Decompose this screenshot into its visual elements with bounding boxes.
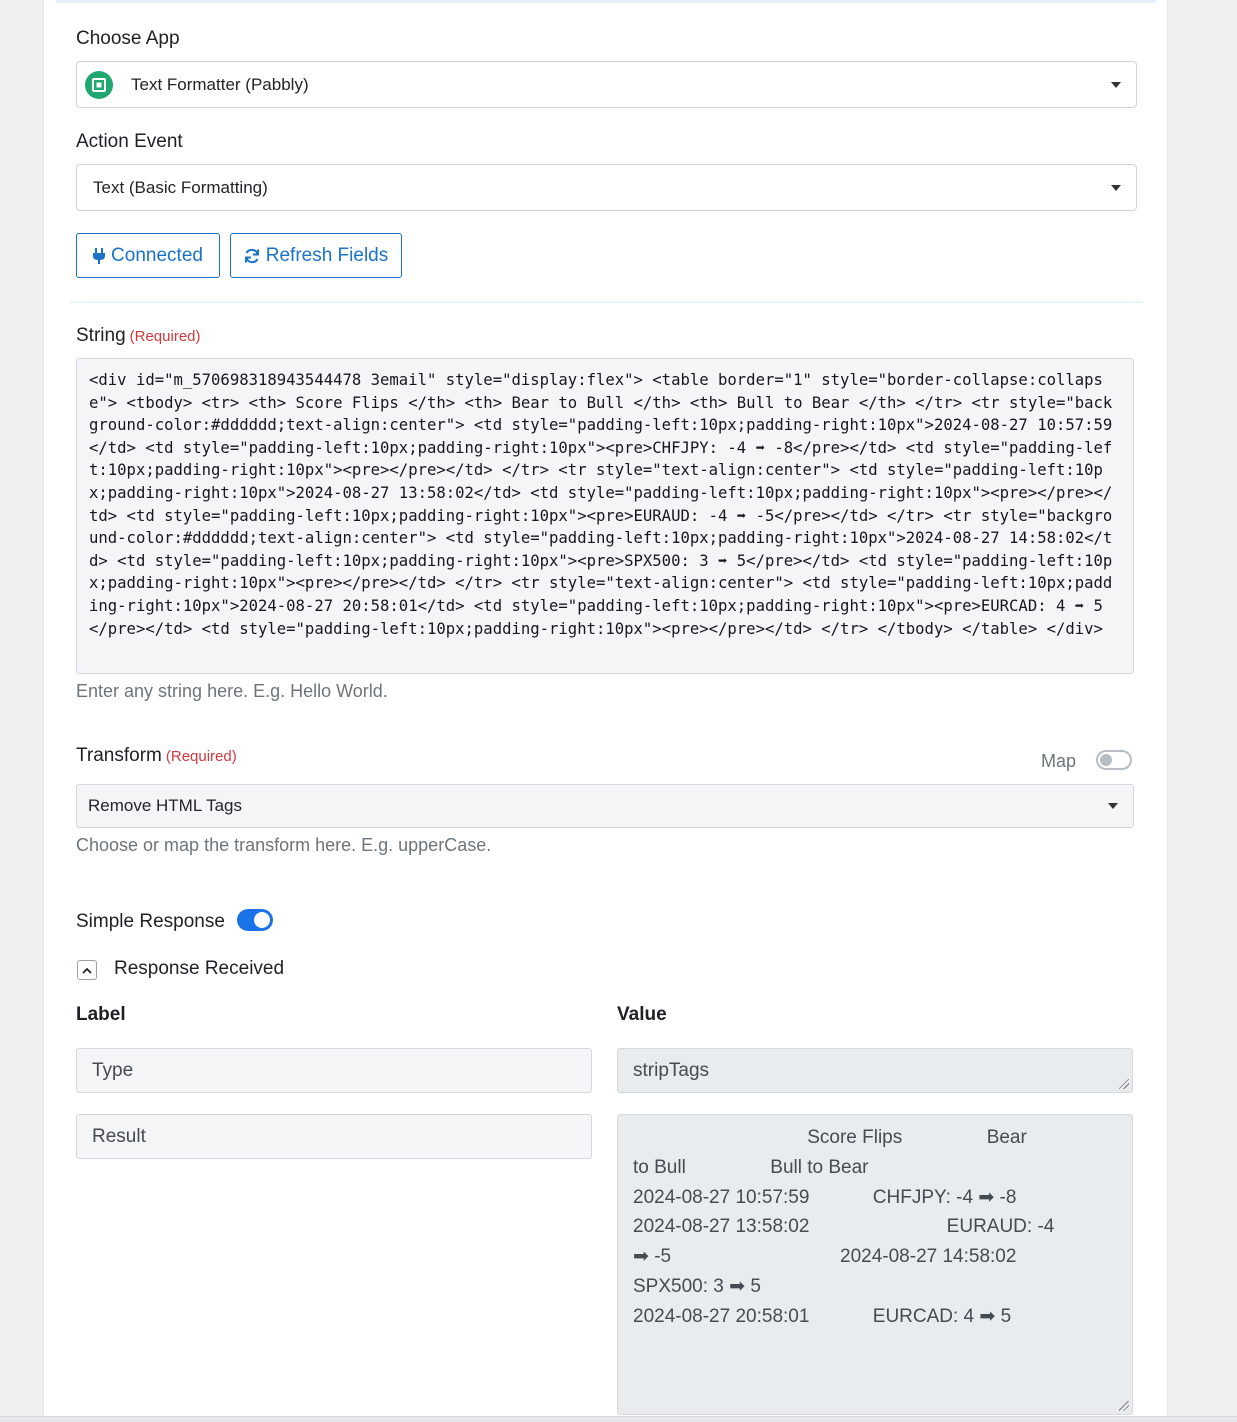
choose-app-value: Text Formatter (Pabbly) — [131, 74, 309, 94]
map-toggle[interactable] — [1096, 750, 1132, 770]
simple-response-toggle[interactable] — [237, 909, 273, 931]
transform-value: Remove HTML Tags — [88, 796, 242, 815]
choose-app-select[interactable]: Text Formatter (Pabbly) — [76, 61, 1137, 108]
plug-icon — [93, 247, 106, 264]
transform-label: Transform (Required) — [76, 745, 237, 767]
response-value-type: stripTags — [617, 1048, 1133, 1093]
response-label-type: Type — [76, 1048, 592, 1093]
resize-handle-icon[interactable] — [1119, 1401, 1129, 1411]
response-received-label: Response Received — [114, 958, 285, 979]
response-value-result: Score Flips Bear to Bull Bull to Bear 20… — [617, 1114, 1133, 1415]
collapse-response-button[interactable] — [77, 960, 97, 980]
transform-required-tag: (Required) — [165, 748, 237, 765]
refresh-icon — [244, 248, 259, 263]
response-value-result-text: Score Flips Bear to Bull Bull to Bear 20… — [633, 1127, 1055, 1327]
resize-handle-icon[interactable] — [1119, 1079, 1129, 1089]
string-label-text: String — [76, 325, 126, 346]
string-label: String (Required) — [76, 325, 201, 347]
chevron-down-icon — [1111, 184, 1121, 191]
refresh-fields-button[interactable]: Refresh Fields — [230, 233, 402, 278]
value-column-header: Value — [617, 1004, 667, 1025]
transform-hint: Choose or map the transform here. E.g. u… — [76, 835, 492, 855]
top-divider — [56, 0, 1156, 3]
form-card: Choose App Text Formatter (Pabbly) Actio… — [43, 0, 1168, 1418]
action-event-value: Text (Basic Formatting) — [93, 177, 268, 197]
chevron-down-icon — [1108, 803, 1118, 809]
action-event-select[interactable]: Text (Basic Formatting) — [76, 164, 1137, 211]
simple-response-toggle-knob — [254, 912, 270, 928]
section-divider — [70, 301, 1143, 303]
transform-label-text: Transform — [76, 745, 162, 766]
choose-app-label: Choose App — [76, 28, 180, 49]
transform-select[interactable]: Remove HTML Tags — [76, 784, 1134, 828]
response-value-type-text: stripTags — [633, 1060, 710, 1081]
text-formatter-app-icon — [85, 71, 113, 99]
string-input[interactable]: <div id="m_570698318943544478 3email" st… — [76, 358, 1134, 674]
response-label-result: Result — [76, 1114, 592, 1159]
connected-button-label: Connected — [111, 244, 203, 266]
map-toggle-knob — [1100, 754, 1112, 766]
chevron-up-icon — [82, 967, 92, 974]
refresh-fields-label: Refresh Fields — [265, 244, 389, 266]
label-column-header: Label — [76, 1004, 126, 1025]
connected-button[interactable]: Connected — [76, 233, 220, 278]
simple-response-label: Simple Response — [76, 911, 225, 932]
map-label: Map — [1041, 751, 1077, 771]
chevron-down-icon — [1111, 81, 1121, 88]
string-hint: Enter any string here. E.g. Hello World. — [76, 681, 388, 701]
page-bottom-border — [0, 1416, 1237, 1422]
string-required-tag: (Required) — [129, 328, 201, 345]
action-event-label: Action Event — [76, 131, 183, 152]
